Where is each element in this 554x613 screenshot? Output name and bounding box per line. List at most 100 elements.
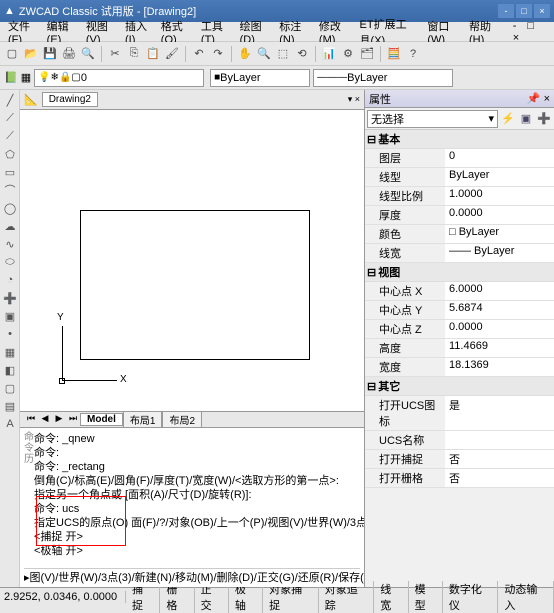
new-icon[interactable]: ▢ — [4, 46, 20, 62]
zoom-prev-icon[interactable]: ⟲ — [294, 46, 310, 62]
prop-icon[interactable]: 📊 — [321, 46, 337, 62]
prop-cat-view[interactable]: ⊟ 视图 — [365, 263, 554, 282]
hatch-icon[interactable]: ▦ — [2, 344, 18, 360]
command-input[interactable]: 图(V)/世界(W)/3点(3)/新建(N)/移动(M)/删除(D)/正交(G)… — [30, 571, 364, 585]
status-model[interactable]: 模型 — [409, 581, 443, 613]
tab-menu-icon[interactable]: ▾ × — [348, 94, 360, 105]
text-icon[interactable]: A — [2, 416, 18, 432]
polygon-icon[interactable]: ⬠ — [2, 146, 18, 162]
cmd-history-icon[interactable]: 命令历 — [24, 432, 34, 558]
ucs-x-label: X — [120, 374, 127, 385]
maximize-button[interactable]: □ — [516, 4, 532, 18]
pan-icon[interactable]: ✋ — [237, 46, 253, 62]
layout-tab-2[interactable]: 布局2 — [162, 411, 202, 428]
prop-ltscale-value[interactable]: 1.0000 — [445, 187, 554, 205]
layout-tab-model[interactable]: Model — [80, 413, 123, 426]
prop-ucsname-value[interactable] — [445, 431, 554, 449]
cmd-line: 命令: _rectang — [34, 460, 364, 474]
insert-icon[interactable]: ➕ — [2, 290, 18, 306]
region-icon[interactable]: ▢ — [2, 380, 18, 396]
doc-maximize-button[interactable]: □ — [523, 18, 538, 34]
drawing-canvas[interactable]: Y X — [20, 110, 364, 411]
cut-icon[interactable]: ✂ — [107, 46, 123, 62]
spline-icon[interactable]: ∿ — [2, 236, 18, 252]
table-icon[interactable]: ▤ — [2, 398, 18, 414]
tp-icon[interactable]: 🗂 — [359, 46, 375, 62]
prop-cat-basic[interactable]: ⊟ 基本 — [365, 130, 554, 149]
prop-centery-value[interactable]: 5.6874 — [445, 301, 554, 319]
status-tablet[interactable]: 数字化仪 — [443, 581, 499, 613]
command-area[interactable]: 命令历 命令: _qnew 命令: 命令: _rectang 倒角(C)/标高(… — [20, 427, 364, 587]
status-lwt[interactable]: 线宽 — [374, 581, 408, 613]
status-bar: 2.9252, 0.0346, 0.0000 捕捉 栅格 正交 极轴 对象捕捉 … — [0, 587, 554, 605]
select-objects-icon[interactable]: ▣ — [518, 111, 534, 127]
prop-close-icon[interactable]: × — [544, 93, 550, 105]
print-icon[interactable]: 🖨 — [61, 46, 77, 62]
calc-icon[interactable]: 🧮 — [386, 46, 402, 62]
prop-centerz-value[interactable]: 0.0000 — [445, 320, 554, 338]
revcloud-icon[interactable]: ☁ — [2, 218, 18, 234]
toolbar-standard: ▢ 📂 💾 🖨 🔍 ✂ ⎘ 📋 🖌 ↶ ↷ ✋ 🔍 ⬚ ⟲ 📊 ⚙ 🗂 🧮 ? — [0, 42, 554, 66]
undo-icon[interactable]: ↶ — [191, 46, 207, 62]
ucs-y-label: Y — [57, 312, 64, 323]
cmd-line: 命令: — [34, 446, 364, 460]
paste-icon[interactable]: 📋 — [145, 46, 161, 62]
copy-icon[interactable]: ⎘ — [126, 46, 142, 62]
point-icon[interactable]: • — [2, 326, 18, 342]
prop-snap-value[interactable]: 否 — [445, 450, 554, 468]
prop-linetype-value[interactable]: ByLayer — [445, 168, 554, 186]
layer-tool-icon[interactable]: ▦ — [21, 71, 31, 84]
redo-icon[interactable]: ↷ — [210, 46, 226, 62]
prop-layer-value[interactable]: 0 — [445, 149, 554, 167]
prop-width-value[interactable]: 18.1369 — [445, 358, 554, 376]
menu-bar: 文件(F) 编辑(E) 视图(V) 插入(I) 格式(O) 工具(T) 绘图(D… — [0, 22, 554, 42]
preview-icon[interactable]: 🔍 — [80, 46, 96, 62]
layout-next-icon[interactable]: ▶ — [52, 413, 66, 427]
prop-height-value[interactable]: 11.4669 — [445, 339, 554, 357]
ellipse-icon[interactable]: ⬭ — [2, 254, 18, 270]
zoom-window-icon[interactable]: ⬚ — [275, 46, 291, 62]
layer-props-icon[interactable]: 📗 — [4, 71, 18, 84]
prop-lineweight-value[interactable]: —— ByLayer — [445, 244, 554, 262]
layer-combo[interactable]: 💡❄🔒▢ 0 — [34, 69, 204, 87]
block-icon[interactable]: ▣ — [2, 308, 18, 324]
close-button[interactable]: × — [534, 4, 550, 18]
selection-combo[interactable]: 无选择▾ — [367, 110, 498, 128]
prop-centerx-value[interactable]: 6.0000 — [445, 282, 554, 300]
layout-prev-icon[interactable]: ◀ — [38, 413, 52, 427]
prop-grid-value[interactable]: 否 — [445, 469, 554, 487]
layout-first-icon[interactable]: ⏮ — [24, 413, 38, 427]
rectangle-icon[interactable]: ▭ — [2, 164, 18, 180]
toolbar-layers: 📗 ▦ 💡❄🔒▢ 0 ■ ByLayer ——— ByLayer — [0, 66, 554, 90]
pline-icon[interactable]: ⟋ — [2, 128, 18, 144]
zoom-icon[interactable]: 🔍 — [256, 46, 272, 62]
circle-icon[interactable]: ◯ — [2, 200, 18, 216]
pick-add-icon[interactable]: ➕ — [536, 111, 552, 127]
drawn-rectangle[interactable] — [80, 210, 310, 360]
save-icon[interactable]: 💾 — [42, 46, 58, 62]
match-icon[interactable]: 🖌 — [164, 46, 180, 62]
ellipse-arc-icon[interactable]: ◔ — [2, 272, 18, 288]
arc-icon[interactable]: ⌒ — [2, 182, 18, 198]
cmd-line: 命令: _qnew — [34, 432, 364, 446]
layout-last-icon[interactable]: ⏭ — [66, 413, 80, 427]
prop-ucsicon-value[interactable]: 是 — [445, 396, 554, 430]
linetype-combo[interactable]: ——— ByLayer — [313, 69, 453, 87]
open-icon[interactable]: 📂 — [23, 46, 39, 62]
color-combo[interactable]: ■ ByLayer — [210, 69, 310, 87]
prop-pin-icon[interactable]: 📌 — [527, 93, 541, 105]
status-dyn[interactable]: 动态输入 — [498, 581, 554, 613]
doc-tab[interactable]: Drawing2 — [42, 92, 98, 107]
prop-cat-misc[interactable]: ⊟ 其它 — [365, 377, 554, 396]
prop-thickness-value[interactable]: 0.0000 — [445, 206, 554, 224]
cmd-line: <极轴 开> — [34, 544, 364, 558]
coordinates-display: 2.9252, 0.0346, 0.0000 — [0, 591, 126, 603]
line-icon[interactable]: ╱ — [2, 92, 18, 108]
xline-icon[interactable]: ⟋ — [2, 110, 18, 126]
quick-select-icon[interactable]: ⚡ — [500, 111, 516, 127]
dc-icon[interactable]: ⚙ — [340, 46, 356, 62]
prop-color-value[interactable]: □ ByLayer — [445, 225, 554, 243]
layout-tab-1[interactable]: 布局1 — [123, 411, 163, 428]
help-icon[interactable]: ? — [405, 46, 421, 62]
gradient-icon[interactable]: ◧ — [2, 362, 18, 378]
